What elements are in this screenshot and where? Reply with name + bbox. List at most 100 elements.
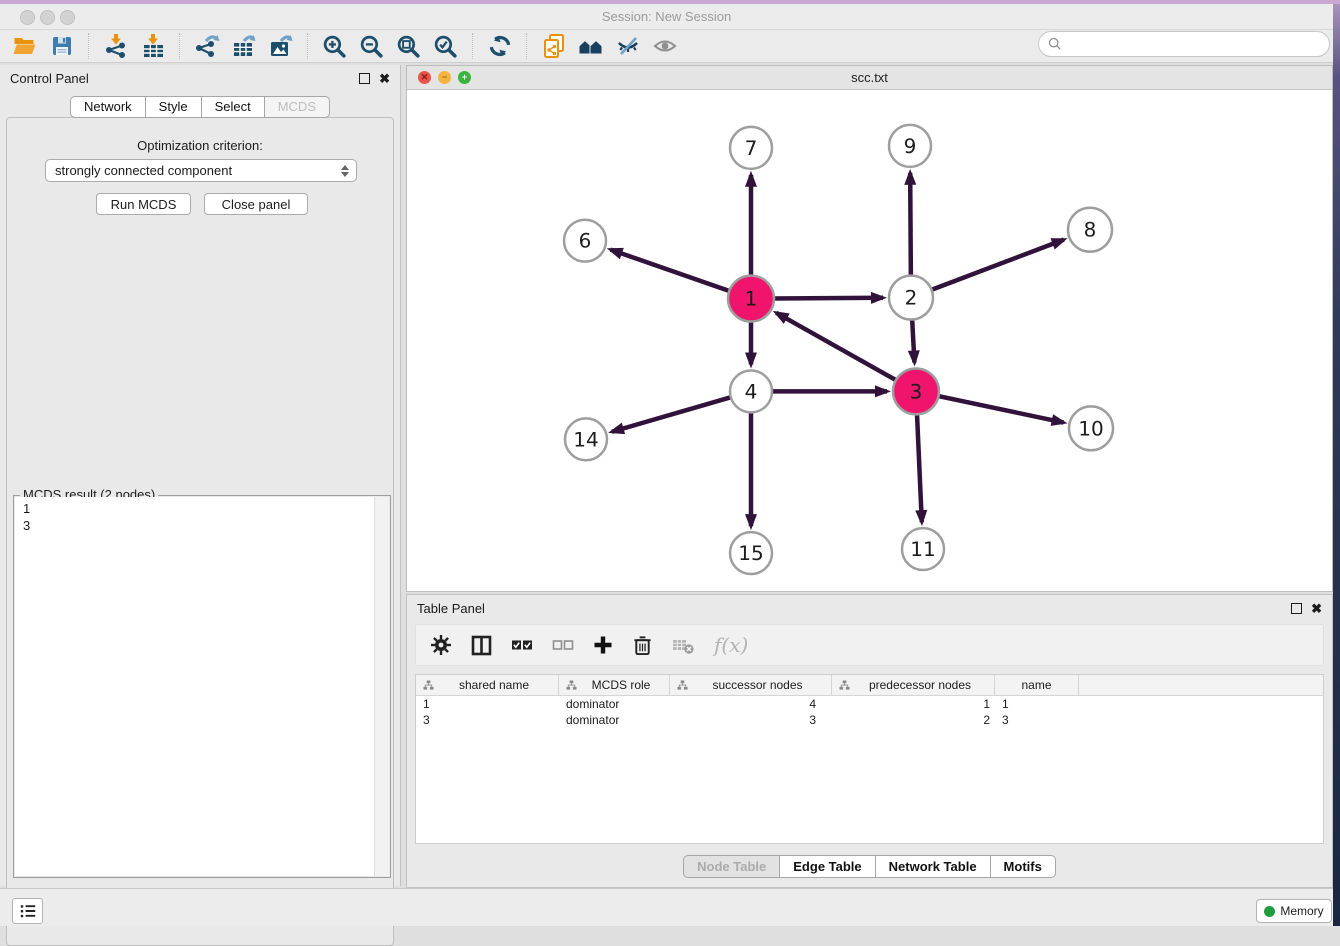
nested-networks-button[interactable] <box>572 31 609 61</box>
close-panel-icon[interactable]: ✖ <box>1311 604 1322 613</box>
table-cell-successor-nodes[interactable]: 3 <box>670 713 832 727</box>
delete-columns-button[interactable] <box>632 632 653 658</box>
window-zoom-button[interactable] <box>60 10 75 25</box>
memory-button[interactable]: Memory <box>1256 899 1332 923</box>
delete-table-button[interactable] <box>672 632 695 658</box>
task-history-button[interactable] <box>12 898 43 924</box>
table-cell-predecessor-nodes[interactable]: 2 <box>832 713 995 727</box>
select-all-button[interactable] <box>511 632 533 658</box>
show-columns-button[interactable] <box>471 632 492 658</box>
column-header-mcds-role[interactable]: MCDS role <box>559 675 670 695</box>
network-close-button[interactable]: ✕ <box>418 71 431 84</box>
export-table-button[interactable] <box>225 31 262 61</box>
memory-label: Memory <box>1280 904 1323 918</box>
mcds-result-text[interactable]: 1 3 <box>15 497 375 876</box>
import-network-button[interactable] <box>97 31 134 61</box>
network-minimize-button[interactable]: − <box>438 71 451 84</box>
tab-select[interactable]: Select <box>202 96 265 118</box>
nested-networks-icon <box>577 34 605 58</box>
export-image-button[interactable] <box>262 31 299 61</box>
hide-graphics-details-button[interactable] <box>609 31 646 61</box>
graph-edge-3-10[interactable] <box>937 396 1064 423</box>
graph-edge-4-14[interactable] <box>612 397 733 432</box>
table-cell-mcds-role[interactable]: dominator <box>559 713 670 727</box>
window-close-button[interactable] <box>20 10 35 25</box>
zoom-out-button[interactable] <box>353 31 390 61</box>
zoom-selected-button[interactable] <box>427 31 464 61</box>
graph-edge-2-8[interactable] <box>930 240 1064 291</box>
network-canvas[interactable]: 7968124314101511 <box>407 90 1332 591</box>
table-cell-name[interactable]: 3 <box>995 713 1079 727</box>
save-session-button[interactable] <box>43 31 80 61</box>
show-graphics-details-button[interactable] <box>646 31 683 61</box>
import-table-button[interactable] <box>134 31 171 61</box>
table-row[interactable]: 1dominator411 <box>416 696 1323 712</box>
export-network-button[interactable] <box>188 31 225 61</box>
graph-edge-3-11[interactable] <box>917 412 922 522</box>
table-cell-predecessor-nodes[interactable]: 1 <box>832 697 995 711</box>
close-panel-icon[interactable]: ✖ <box>379 74 390 83</box>
clone-network-button[interactable] <box>535 31 572 61</box>
deselect-all-button[interactable] <box>552 632 574 658</box>
mcds-result-scrollbar[interactable] <box>374 497 389 876</box>
float-panel-icon[interactable] <box>359 73 370 84</box>
open-file-button[interactable] <box>6 31 43 61</box>
open-file-icon <box>11 34 38 58</box>
toolbar-separator <box>307 33 308 59</box>
show-graphics-details-icon <box>652 34 678 58</box>
window-minimize-button[interactable] <box>40 10 55 25</box>
graph-edge-1-2[interactable] <box>772 298 883 299</box>
table-settings-button[interactable] <box>430 632 452 658</box>
add-column-button[interactable] <box>593 632 613 658</box>
import-table-icon <box>140 33 166 59</box>
graph-edge-1-6[interactable] <box>610 250 731 292</box>
run-mcds-button[interactable]: Run MCDS <box>96 193 191 215</box>
table-row[interactable]: 3dominator323 <box>416 712 1323 728</box>
tab-edge-table[interactable]: Edge Table <box>780 855 875 878</box>
graph-node-label: 15 <box>738 541 763 565</box>
tab-style[interactable]: Style <box>146 96 202 118</box>
graph-edge-3-1[interactable] <box>776 313 897 381</box>
table-cell-shared-name[interactable]: 1 <box>416 697 559 711</box>
table-panel: Table Panel ✖ <box>406 594 1333 888</box>
plus-icon <box>593 635 613 655</box>
table-cell-successor-nodes[interactable]: 4 <box>670 697 832 711</box>
table-cell-shared-name[interactable]: 3 <box>416 713 559 727</box>
float-panel-icon[interactable] <box>1291 603 1302 614</box>
search-box[interactable] <box>1038 31 1330 57</box>
delete-table-icon <box>672 636 695 655</box>
list-icon <box>19 903 37 919</box>
network-graph[interactable]: 7968124314101511 <box>407 90 1332 591</box>
apply-layout-button[interactable] <box>481 31 518 61</box>
tab-network[interactable]: Network <box>70 96 146 118</box>
clone-network-icon <box>541 33 567 59</box>
hide-graphics-details-icon <box>615 34 641 58</box>
table-panel-tabs: Node TableEdge TableNetwork TableMotifs <box>407 855 1332 878</box>
graph-edge-2-9[interactable] <box>910 173 911 278</box>
tab-network-table[interactable]: Network Table <box>876 855 991 878</box>
tab-mcds[interactable]: MCDS <box>265 96 330 118</box>
column-header-successor-nodes[interactable]: successor nodes <box>670 675 832 695</box>
column-header-predecessor-nodes[interactable]: predecessor nodes <box>832 675 995 695</box>
graph-edge-2-3[interactable] <box>912 318 914 363</box>
column-header-name[interactable]: name <box>995 675 1079 695</box>
memory-status-dot <box>1264 906 1275 917</box>
column-header-label: successor nodes <box>688 678 827 692</box>
search-input[interactable] <box>1067 36 1329 53</box>
table-cell-mcds-role[interactable]: dominator <box>559 697 670 711</box>
table-cell-name[interactable]: 1 <box>995 697 1079 711</box>
search-icon <box>1048 37 1062 51</box>
network-maximize-button[interactable]: + <box>458 71 471 84</box>
optimization-criterion-label: Optimization criterion: <box>7 138 393 153</box>
zoom-in-button[interactable] <box>316 31 353 61</box>
function-builder-button[interactable]: f(x) <box>714 632 748 658</box>
optimization-criterion-select[interactable]: strongly connected component <box>45 159 357 182</box>
tab-motifs[interactable]: Motifs <box>991 855 1056 878</box>
attribute-hierarchy-icon <box>839 680 850 691</box>
zoom-fit-icon <box>396 34 421 59</box>
column-header-shared-name[interactable]: shared name <box>416 675 559 695</box>
close-panel-button[interactable]: Close panel <box>204 193 308 215</box>
tab-node-table[interactable]: Node Table <box>683 855 780 878</box>
graph-node-label: 6 <box>579 229 592 253</box>
zoom-fit-button[interactable] <box>390 31 427 61</box>
